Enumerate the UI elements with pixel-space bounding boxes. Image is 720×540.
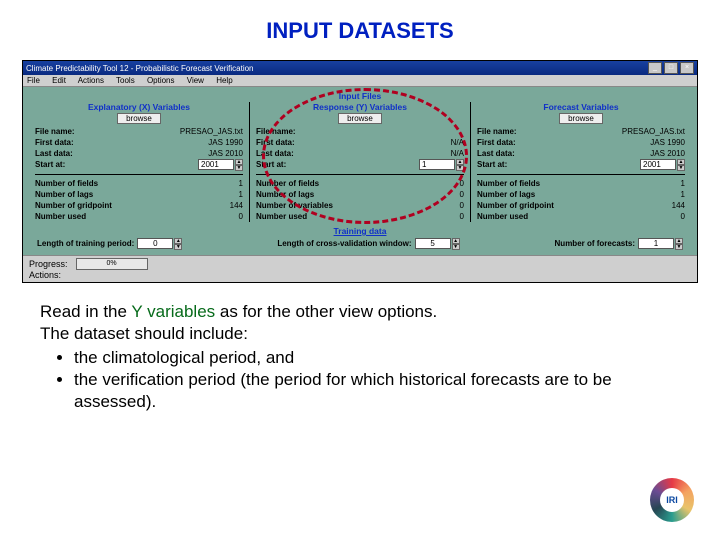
- x-gp: 144: [230, 201, 243, 210]
- y-firstdata: N/A: [451, 138, 464, 147]
- f-startat-input[interactable]: [640, 159, 676, 170]
- x-startat-input[interactable]: [198, 159, 234, 170]
- f-gp: 144: [672, 201, 685, 210]
- f-firstdata: JAS 1990: [650, 138, 685, 147]
- y-lags-label: Number of lags: [256, 190, 314, 199]
- y-lags: 0: [460, 190, 464, 199]
- x-lags: 1: [239, 190, 243, 199]
- y-filename-label: File name:: [256, 127, 296, 136]
- y-startat-label: Start at:: [256, 160, 286, 169]
- f-lags-label: Number of lags: [477, 190, 535, 199]
- y-startat-down[interactable]: ▼: [456, 165, 464, 171]
- len-cv-label: Length of cross-validation window:: [277, 239, 411, 248]
- screenshot-container: Climate Predictability Tool 12 - Probabi…: [22, 60, 698, 283]
- x-fields: 1: [239, 179, 243, 188]
- x-used: 0: [239, 212, 243, 221]
- f-browse-button[interactable]: browse: [559, 113, 603, 124]
- f-filename-label: File name:: [477, 127, 517, 136]
- y-used: 0: [460, 212, 464, 221]
- y-startat-input[interactable]: [419, 159, 455, 170]
- y-used-label: Number used: [256, 212, 307, 221]
- forecast-column: Forecast Variables browse File name: PRES…: [470, 102, 691, 222]
- x-browse-button[interactable]: browse: [117, 113, 161, 124]
- menu-bar[interactable]: File Edit Actions Tools Options View Hel…: [23, 75, 697, 87]
- f-gp-label: Number of gridpoint: [477, 201, 554, 210]
- x-firstdata: JAS 1990: [208, 138, 243, 147]
- input-files-heading: Input Files: [29, 91, 691, 101]
- iri-logo-text: IRI: [660, 488, 684, 512]
- f-filename: PRESAO_JAS.txt: [622, 127, 685, 136]
- y-fields-label: Number of fields: [256, 179, 319, 188]
- len-cv-input[interactable]: [415, 238, 451, 249]
- y-firstdata-label: First data:: [256, 138, 295, 147]
- menu-actions[interactable]: Actions: [78, 76, 104, 85]
- close-button[interactable]: ×: [680, 62, 694, 74]
- maximize-button[interactable]: □: [664, 62, 678, 74]
- f-lastdata-label: Last data:: [477, 149, 515, 158]
- len-train-label: Length of training period:: [37, 239, 134, 248]
- window-title: Climate Predictability Tool 12 - Probabi…: [26, 64, 254, 73]
- cpt-window: Climate Predictability Tool 12 - Probabi…: [22, 60, 698, 283]
- training-heading: Training data: [29, 226, 691, 236]
- x-used-label: Number used: [35, 212, 86, 221]
- len-cv-down[interactable]: ▼: [452, 244, 460, 250]
- instruction-text: Read in the Y variables as for the other…: [40, 301, 680, 413]
- x-heading: Explanatory (X) Variables: [35, 102, 243, 112]
- y-heading: Response (Y) Variables: [256, 102, 464, 112]
- iri-logo: IRI: [650, 478, 698, 526]
- len-train-input[interactable]: [137, 238, 173, 249]
- status-bar: Progress: 0% Actions:: [23, 255, 697, 282]
- y-column: Response (Y) Variables browse File name:…: [249, 102, 470, 222]
- n-fc-down[interactable]: ▼: [675, 244, 683, 250]
- menu-help[interactable]: Help: [216, 76, 232, 85]
- x-filename-label: File name:: [35, 127, 75, 136]
- f-heading: Forecast Variables: [477, 102, 685, 112]
- n-fc-label: Number of forecasts:: [555, 239, 635, 248]
- x-startat-down[interactable]: ▼: [235, 165, 243, 171]
- y-lastdata: N/A: [451, 149, 464, 158]
- bullet-2: the verification period (the period for …: [74, 369, 680, 413]
- menu-view[interactable]: View: [187, 76, 204, 85]
- y-variables-highlight: Y variables: [131, 302, 215, 321]
- actions-label: Actions:: [29, 270, 61, 280]
- f-lastdata: JAS 2010: [650, 149, 685, 158]
- f-startat-down[interactable]: ▼: [677, 165, 685, 171]
- menu-tools[interactable]: Tools: [116, 76, 135, 85]
- y-fields: 0: [460, 179, 464, 188]
- bullet-1: the climatological period, and: [74, 347, 680, 369]
- window-titlebar: Climate Predictability Tool 12 - Probabi…: [23, 61, 697, 75]
- minimize-button[interactable]: _: [648, 62, 662, 74]
- x-lastdata: JAS 2010: [208, 149, 243, 158]
- menu-file[interactable]: File: [27, 76, 40, 85]
- f-fields: 1: [681, 179, 685, 188]
- f-fields-label: Number of fields: [477, 179, 540, 188]
- x-gp-label: Number of gridpoint: [35, 201, 112, 210]
- f-firstdata-label: First data:: [477, 138, 516, 147]
- x-column: Explanatory (X) Variables browse File na…: [29, 102, 249, 222]
- x-filename: PRESAO_JAS.txt: [180, 127, 243, 136]
- training-row: Length of training period: ▲▼ Length of …: [37, 238, 683, 249]
- y-vars: 0: [460, 201, 464, 210]
- f-used: 0: [681, 212, 685, 221]
- f-used-label: Number used: [477, 212, 528, 221]
- f-lags: 1: [681, 190, 685, 199]
- menu-options[interactable]: Options: [147, 76, 175, 85]
- y-lastdata-label: Last data:: [256, 149, 294, 158]
- x-lags-label: Number of lags: [35, 190, 93, 199]
- slide-title: INPUT DATASETS: [0, 18, 720, 44]
- len-train-down[interactable]: ▼: [174, 244, 182, 250]
- progress-bar: 0%: [76, 258, 148, 270]
- x-firstdata-label: First data:: [35, 138, 74, 147]
- x-fields-label: Number of fields: [35, 179, 98, 188]
- x-lastdata-label: Last data:: [35, 149, 73, 158]
- y-browse-button[interactable]: browse: [338, 113, 382, 124]
- f-startat-label: Start at:: [477, 160, 507, 169]
- n-fc-input[interactable]: [638, 238, 674, 249]
- menu-edit[interactable]: Edit: [52, 76, 66, 85]
- progress-label: Progress:: [29, 259, 68, 269]
- y-vars-label: Number of variables: [256, 201, 333, 210]
- x-startat-label: Start at:: [35, 160, 65, 169]
